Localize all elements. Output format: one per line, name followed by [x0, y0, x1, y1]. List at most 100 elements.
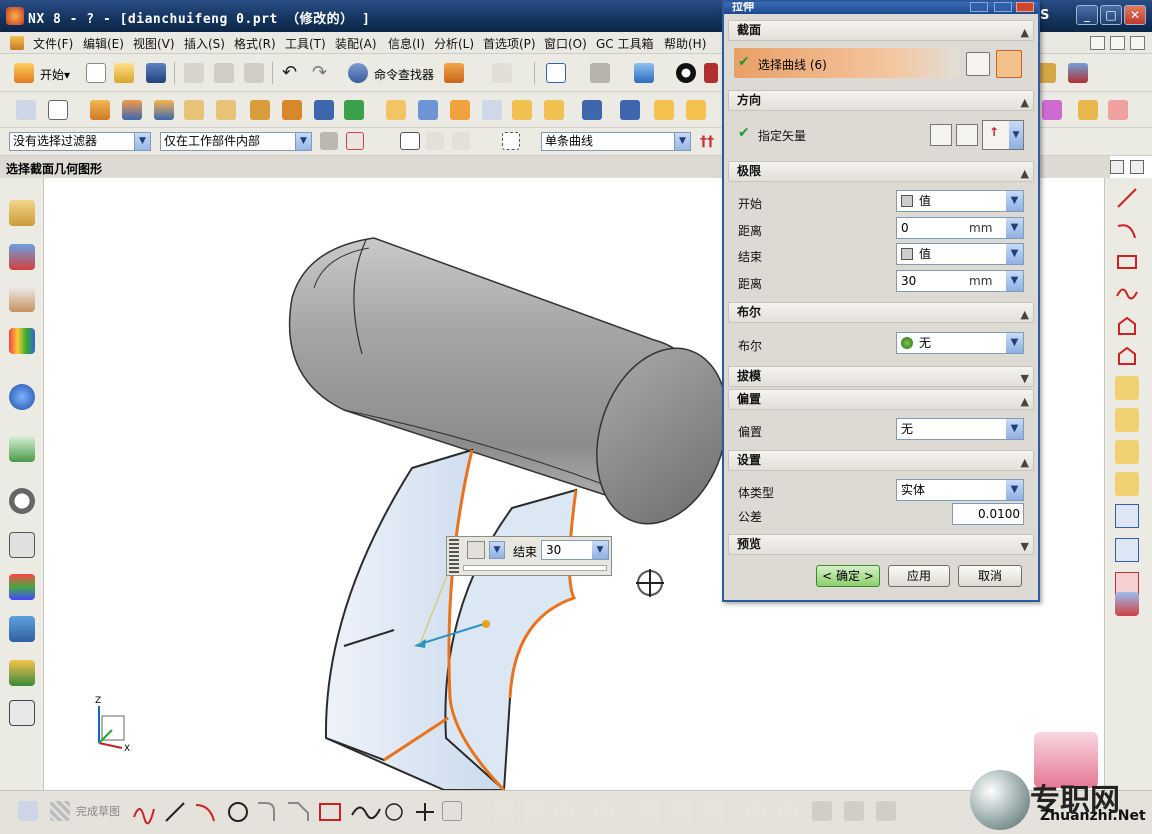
menu-window[interactable]: 窗口(O) [544, 35, 587, 52]
boolean-select[interactable]: 无 ▼ [896, 332, 1024, 354]
circle-tool-icon[interactable] [228, 802, 248, 822]
thicken-icon[interactable] [482, 100, 502, 120]
select-curve-icon[interactable] [452, 132, 470, 150]
chamfer-tool-icon[interactable] [288, 802, 309, 821]
datum-plane-icon[interactable] [48, 100, 68, 120]
preview-header[interactable]: 预览 ▼ [728, 534, 1034, 555]
value-type-icon[interactable] [467, 541, 485, 559]
unite-icon[interactable] [250, 100, 270, 120]
edge-blend-icon[interactable] [314, 100, 334, 120]
doc-minimize-icon[interactable] [1090, 36, 1105, 50]
rectangle-tool-icon[interactable] [319, 803, 341, 821]
point-tool-icon[interactable] [385, 803, 403, 821]
animate-dimension-icon[interactable] [778, 801, 798, 821]
menu-help[interactable]: 帮助(H) [664, 35, 706, 52]
selection-filter-select[interactable]: 没有选择过滤器 ▼ [9, 132, 151, 151]
sew-icon[interactable] [654, 100, 674, 120]
draft-header[interactable]: 拔模 ▼ [728, 366, 1034, 387]
fillet-tool-icon[interactable] [258, 802, 275, 821]
cylinder-body[interactable] [288, 237, 749, 541]
profile-icon[interactable] [133, 808, 155, 825]
curve-section-icon[interactable] [996, 50, 1022, 78]
settings-header[interactable]: 设置 ▲ [728, 450, 1034, 471]
offset-header[interactable]: 偏置 ▲ [728, 389, 1034, 410]
update-model-icon[interactable] [876, 801, 896, 821]
grip-handle[interactable] [449, 539, 459, 573]
mirror-body-icon[interactable] [544, 100, 564, 120]
select-face-icon[interactable] [400, 132, 420, 150]
dimension-tool-icon[interactable] [640, 801, 660, 821]
offset-tool-icon[interactable] [442, 801, 462, 821]
section-header[interactable]: 截面 ▲ [728, 20, 1034, 41]
offset-select[interactable]: 无 ▼ [896, 418, 1024, 440]
section-curve-icon[interactable] [1115, 472, 1139, 496]
value-type-arrow[interactable]: ▼ [489, 541, 505, 559]
shell-icon[interactable] [418, 100, 438, 120]
close-button[interactable]: ✕ [1124, 5, 1146, 25]
sketch-task-icon[interactable] [18, 801, 38, 821]
sync-tool-icon[interactable] [1068, 63, 1088, 83]
extract-curve-icon[interactable] [1115, 504, 1139, 528]
menu-file[interactable]: 文件(F) [33, 35, 73, 52]
offset-face-icon[interactable] [450, 100, 470, 120]
apply-button[interactable]: 应用 [888, 565, 950, 587]
tolerance-input[interactable]: 0.0100 [952, 503, 1024, 525]
convert-reference-icon[interactable] [844, 801, 864, 821]
block-icon[interactable] [154, 100, 174, 120]
layer-icon[interactable] [444, 63, 464, 83]
intersection-icon[interactable]: †† [700, 134, 714, 150]
start-type-select[interactable]: 值 ▼ [896, 190, 1024, 212]
show-constraints-icon[interactable] [704, 801, 724, 821]
snap-point-icon[interactable] [346, 132, 364, 150]
patch-icon[interactable] [686, 100, 706, 120]
maximize-button[interactable]: □ [1100, 5, 1122, 25]
command-finder-button[interactable]: 命令查找器 [374, 66, 434, 83]
dialog-close-icon[interactable] [1016, 2, 1034, 12]
pattern-icon[interactable] [344, 100, 364, 120]
bridge-curve-icon[interactable] [1115, 376, 1139, 400]
cut-icon[interactable] [184, 63, 204, 83]
process-studio-icon[interactable] [9, 574, 35, 600]
fit-view-icon[interactable] [546, 63, 566, 83]
render-style-icon[interactable] [590, 63, 610, 83]
boss-icon[interactable] [216, 100, 236, 120]
menu-assembly[interactable]: 装配(A) [335, 35, 377, 52]
vector-type-select[interactable]: ↑ ▼ [982, 120, 1024, 150]
part-navigator-icon[interactable] [9, 286, 35, 312]
start-distance-input[interactable]: 0 mm ▼ [896, 217, 1024, 239]
open-folder-icon[interactable] [114, 63, 134, 83]
select-region-icon[interactable] [502, 132, 520, 150]
chevron-down-icon[interactable]: ▼ [1006, 218, 1023, 238]
sketch-icon[interactable] [16, 100, 36, 120]
offset-curve-icon[interactable] [1115, 344, 1139, 368]
limits-header[interactable]: 极限 ▲ [728, 161, 1034, 182]
arc-icon[interactable] [1115, 218, 1139, 242]
arc-tool-icon[interactable] [195, 804, 215, 822]
alternate-solution-icon[interactable] [812, 801, 832, 821]
manufacturing-wizard-icon[interactable] [9, 616, 35, 642]
replace-face-icon[interactable] [1078, 100, 1098, 120]
helix-icon[interactable] [1115, 592, 1139, 616]
redo-icon[interactable]: ↷ [312, 62, 327, 83]
panel-close-icon[interactable] [1130, 160, 1144, 174]
new-file-icon[interactable] [86, 63, 106, 83]
body-type-select[interactable]: 实体 ▼ [896, 479, 1024, 501]
hole-icon[interactable] [184, 100, 204, 120]
sync-modeling-icon[interactable] [1042, 100, 1062, 120]
select-curve-row[interactable]: ✔ 选择曲线 (6) [734, 48, 960, 78]
finish-sketch-button[interactable]: 完成草图 [76, 803, 120, 819]
floating-end-input[interactable]: 30 ▼ [541, 540, 609, 560]
end-distance-input[interactable]: 30 mm ▼ [896, 270, 1024, 292]
assembly-nav-icon[interactable] [320, 132, 338, 150]
assembly-navigator-icon[interactable] [9, 200, 35, 226]
trim-body-icon[interactable] [386, 100, 406, 120]
menu-edit[interactable]: 编辑(E) [83, 35, 124, 52]
reuse-library-icon[interactable] [9, 328, 35, 354]
orient-view-icon[interactable] [634, 63, 654, 83]
constraint-navigator-icon[interactable] [9, 244, 35, 270]
info-cursor-icon[interactable] [492, 63, 512, 83]
auto-constrain-icon[interactable] [746, 801, 766, 821]
trim-tool-icon[interactable] [494, 801, 514, 821]
background-icon[interactable] [676, 63, 696, 83]
menu-info[interactable]: 信息(I) [388, 35, 425, 52]
